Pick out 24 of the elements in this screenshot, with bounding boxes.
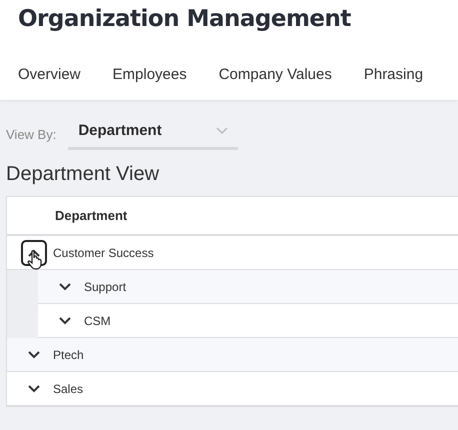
department-name: Support [84,280,126,294]
department-name: Customer Success [53,246,154,260]
nav-tab[interactable]: Overview [18,66,81,83]
chevron-down-icon [59,316,71,324]
view-by-select[interactable]: Department [68,118,238,150]
table-row[interactable]: CSM [38,304,458,338]
department-name: Sales [53,382,84,396]
chevron-down-icon [216,127,228,134]
chevron-up-icon [28,248,40,256]
chevron-down-icon [28,350,40,358]
nav-tab[interactable]: Company Values [218,66,332,83]
table-row[interactable]: Support [38,270,458,304]
view-by-label: View By: [6,126,56,142]
hand-cursor-icon [27,250,43,270]
department-name: CSM [84,314,111,328]
nav-tab[interactable]: Phrasing [364,66,424,83]
chevron-down-icon [28,384,40,392]
column-header: Department [55,208,128,223]
chevron-down-icon [59,282,71,290]
nav-tab[interactable]: Employees [112,66,187,83]
department-name: Ptech [53,348,84,362]
section-title: Department View [6,163,160,186]
page-title: Organization Management [18,6,352,32]
table-row[interactable]: Ptech [7,338,458,372]
